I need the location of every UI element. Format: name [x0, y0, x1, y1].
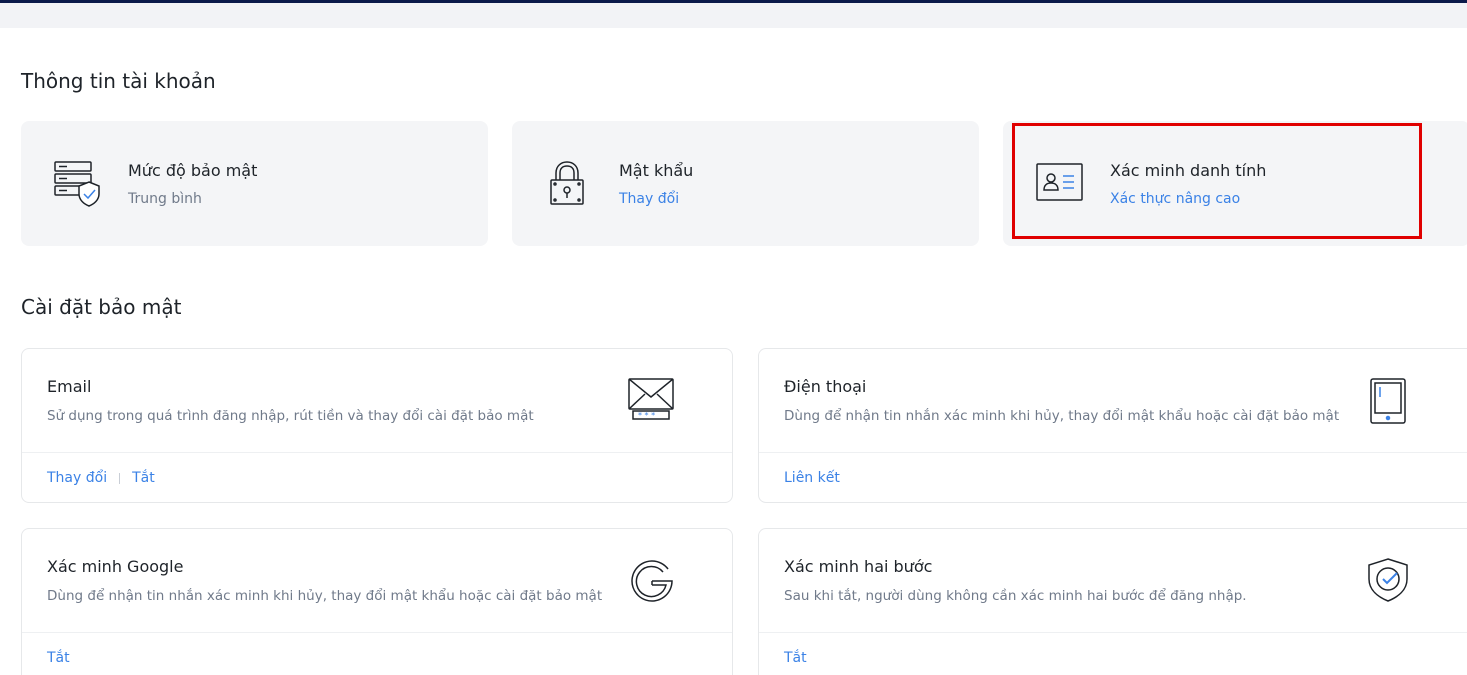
two-step-disable-link[interactable]: Tắt	[784, 650, 807, 666]
email-actions: Thay đổi Tắt	[47, 470, 155, 486]
security-level-title: Mức độ bảo mật	[128, 161, 258, 180]
phone-link-button[interactable]: Liên kết	[784, 470, 840, 486]
security-section-title: Cài đặt bảo mật	[21, 295, 182, 319]
google-auth-disable-link[interactable]: Tắt	[47, 650, 70, 666]
top-border	[0, 0, 1467, 3]
phone-icon	[1364, 375, 1414, 425]
phone-actions: Liên kết	[784, 470, 840, 486]
card-divider	[22, 632, 732, 633]
google-auth-card: Xác minh Google Dùng để nhận tin nhắn xá…	[21, 528, 733, 675]
email-change-link[interactable]: Thay đổi	[47, 470, 107, 486]
phone-setting-description: Dùng để nhận tin nhắn xác minh khi hủy, …	[784, 408, 1340, 424]
card-divider	[759, 632, 1467, 633]
security-level-value: Trung bình	[128, 191, 202, 207]
google-auth-actions: Tắt	[47, 650, 70, 666]
two-step-name: Xác minh hai bước	[784, 557, 933, 576]
svg-text:* * *: * * *	[638, 411, 655, 420]
main-panel: Thông tin tài khoản Mức độ bảo mật Trung…	[0, 28, 1467, 675]
identity-verification-card[interactable]: Xác minh danh tính Xác thực nâng cao	[1003, 121, 1467, 246]
password-title: Mật khẩu	[619, 161, 694, 180]
password-card[interactable]: Mật khẩu Thay đổi	[512, 121, 979, 246]
email-disable-link[interactable]: Tắt	[132, 470, 155, 486]
phone-setting-card: Điện thoại Dùng để nhận tin nhắn xác min…	[758, 348, 1467, 503]
phone-setting-name: Điện thoại	[784, 377, 867, 396]
two-step-actions: Tắt	[784, 650, 807, 666]
action-separator	[119, 472, 121, 484]
account-section-title: Thông tin tài khoản	[21, 69, 216, 93]
lock-icon	[544, 158, 594, 208]
advanced-verification-link[interactable]: Xác thực nâng cao	[1110, 191, 1240, 207]
email-setting-card: Email Sử dụng trong quá trình đăng nhập,…	[21, 348, 733, 503]
card-divider	[22, 452, 732, 453]
id-card-icon	[1036, 158, 1086, 208]
envelope-icon: * * *	[627, 375, 677, 425]
email-setting-description: Sử dụng trong quá trình đăng nhập, rút t…	[47, 408, 534, 424]
security-level-card[interactable]: Mức độ bảo mật Trung bình	[21, 121, 488, 246]
identity-verification-title: Xác minh danh tính	[1110, 161, 1267, 180]
card-divider	[759, 452, 1467, 453]
google-auth-description: Dùng để nhận tin nhắn xác minh khi hủy, …	[47, 588, 603, 604]
two-step-description: Sau khi tắt, người dùng không cần xác mi…	[784, 588, 1247, 604]
email-setting-name: Email	[47, 377, 92, 396]
google-auth-name: Xác minh Google	[47, 557, 184, 576]
shield-check-icon	[1364, 555, 1414, 605]
security-level-icon	[53, 158, 103, 208]
password-change-link[interactable]: Thay đổi	[619, 191, 679, 207]
google-icon	[627, 555, 677, 605]
two-step-card: Xác minh hai bước Sau khi tắt, người dùn…	[758, 528, 1467, 675]
